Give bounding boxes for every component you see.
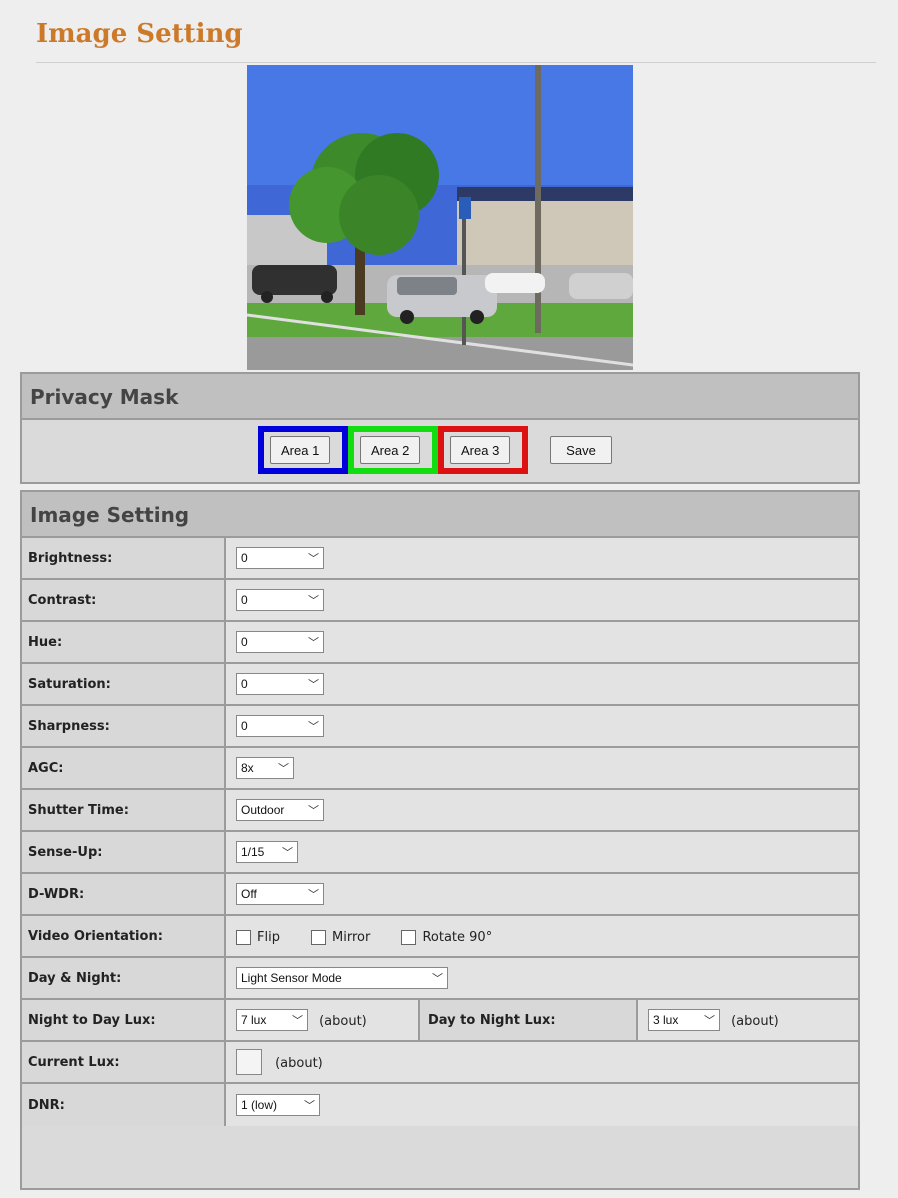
rotate-90-checkbox[interactable] xyxy=(401,929,417,945)
table-row: Current Lux: (about) xyxy=(22,1042,858,1084)
shutter-time-select[interactable]: Outdoor ﹀ xyxy=(236,799,324,821)
night-to-day-lux-suffix: (about) xyxy=(319,1013,367,1029)
sense-up-value: 1/15 xyxy=(241,845,265,859)
chevron-down-icon: ﹀ xyxy=(432,973,443,985)
dwdr-select[interactable]: Off ﹀ xyxy=(236,883,324,905)
contrast-label: Contrast: xyxy=(22,580,226,622)
image-setting-heading: Image Setting xyxy=(22,492,858,538)
page: Image Setting xyxy=(18,8,878,63)
hue-value: 0 xyxy=(241,635,248,649)
rotate-90-label: Rotate 90° xyxy=(422,929,493,945)
privacy-mask-toolbar: Area 1 Area 2 Area 3 Save xyxy=(22,420,858,482)
table-row: Hue: 0 ﹀ xyxy=(22,622,858,664)
day-night-value: Light Sensor Mode xyxy=(241,971,342,985)
saturation-label: Saturation: xyxy=(22,664,226,706)
table-row: Video Orientation: Flip Mirror Rotate 90… xyxy=(22,916,858,958)
chevron-down-icon: ﹀ xyxy=(308,721,319,733)
contrast-value: 0 xyxy=(241,593,248,607)
day-night-select[interactable]: Light Sensor Mode ﹀ xyxy=(236,967,448,989)
sense-up-label: Sense-Up: xyxy=(22,832,226,874)
camera-preview-image xyxy=(247,65,633,370)
chevron-down-icon: ﹀ xyxy=(308,679,319,691)
video-orientation-label: Video Orientation: xyxy=(22,916,226,958)
shutter-time-label: Shutter Time: xyxy=(22,790,226,832)
day-night-label: Day & Night: xyxy=(22,958,226,1000)
brightness-value: 0 xyxy=(241,551,248,565)
table-row: Sharpness: 0 ﹀ xyxy=(22,706,858,748)
night-to-day-lux-value: 7 lux xyxy=(241,1013,267,1027)
sharpness-label: Sharpness: xyxy=(22,706,226,748)
table-row: Shutter Time: Outdoor ﹀ xyxy=(22,790,858,832)
table-row: Brightness: 0 ﹀ xyxy=(22,538,858,580)
chevron-down-icon: ﹀ xyxy=(308,553,319,565)
chevron-down-icon: ﹀ xyxy=(308,637,319,649)
dwdr-value: Off xyxy=(241,887,257,901)
dnr-label: DNR: xyxy=(22,1084,226,1126)
night-to-day-lux-label: Night to Day Lux: xyxy=(22,1000,226,1042)
area-2-button[interactable]: Area 2 xyxy=(360,436,421,464)
night-to-day-lux-select[interactable]: 7 lux ﹀ xyxy=(236,1009,308,1031)
sense-up-select[interactable]: 1/15 ﹀ xyxy=(236,841,298,863)
agc-select[interactable]: 8x ﹀ xyxy=(236,757,294,779)
title-divider xyxy=(36,62,876,63)
agc-label: AGC: xyxy=(22,748,226,790)
mirror-checkbox[interactable] xyxy=(311,929,327,945)
table-row: DNR: 1 (low) ﹀ xyxy=(22,1084,858,1126)
dnr-value: 1 (low) xyxy=(241,1098,278,1112)
table-row: Saturation: 0 ﹀ xyxy=(22,664,858,706)
current-lux-label: Current Lux: xyxy=(22,1042,226,1084)
table-row: Night to Day Lux: 7 lux ﹀ (about) Day to… xyxy=(22,1000,858,1042)
chevron-down-icon: ﹀ xyxy=(278,763,289,775)
area-1-button[interactable]: Area 1 xyxy=(270,436,331,464)
chevron-down-icon: ﹀ xyxy=(292,1015,303,1027)
hue-label: Hue: xyxy=(22,622,226,664)
day-to-night-lux-value: 3 lux xyxy=(653,1013,679,1027)
table-row: AGC: 8x ﹀ xyxy=(22,748,858,790)
saturation-select[interactable]: 0 ﹀ xyxy=(236,673,324,695)
flip-label: Flip xyxy=(257,929,280,945)
camera-preview xyxy=(247,65,633,370)
area-2-frame: Area 2 xyxy=(348,426,438,474)
current-lux-value-box xyxy=(236,1049,262,1075)
dnr-select[interactable]: 1 (low) ﹀ xyxy=(236,1094,320,1116)
day-to-night-lux-select[interactable]: 3 lux ﹀ xyxy=(648,1009,720,1031)
brightness-select[interactable]: 0 ﹀ xyxy=(236,547,324,569)
table-row: D-WDR: Off ﹀ xyxy=(22,874,858,916)
sharpness-value: 0 xyxy=(241,719,248,733)
day-to-night-lux-suffix: (about) xyxy=(731,1013,779,1029)
table-row: Sense-Up: 1/15 ﹀ xyxy=(22,832,858,874)
shutter-time-value: Outdoor xyxy=(241,803,285,817)
current-lux-suffix: (about) xyxy=(275,1055,323,1071)
area-3-frame: Area 3 xyxy=(438,426,528,474)
chevron-down-icon: ﹀ xyxy=(308,805,319,817)
save-button[interactable]: Save xyxy=(550,436,612,464)
mirror-label: Mirror xyxy=(332,929,371,945)
chevron-down-icon: ﹀ xyxy=(304,1100,315,1112)
day-to-night-lux-label: Day to Night Lux: xyxy=(420,1000,638,1042)
image-setting-panel: Image Setting Brightness: 0 ﹀ Contrast: … xyxy=(20,490,860,1190)
table-row: Day & Night: Light Sensor Mode ﹀ xyxy=(22,958,858,1000)
chevron-down-icon: ﹀ xyxy=(308,889,319,901)
settings-table: Brightness: 0 ﹀ Contrast: 0 ﹀ Hue: 0 ﹀ S… xyxy=(22,538,858,1126)
hue-select[interactable]: 0 ﹀ xyxy=(236,631,324,653)
brightness-label: Brightness: xyxy=(22,538,226,580)
sharpness-select[interactable]: 0 ﹀ xyxy=(236,715,324,737)
area-3-button[interactable]: Area 3 xyxy=(450,436,511,464)
chevron-down-icon: ﹀ xyxy=(308,595,319,607)
privacy-mask-heading: Privacy Mask xyxy=(22,374,858,420)
flip-checkbox[interactable] xyxy=(236,929,251,945)
chevron-down-icon: ﹀ xyxy=(704,1015,715,1027)
saturation-value: 0 xyxy=(241,677,248,691)
contrast-select[interactable]: 0 ﹀ xyxy=(236,589,324,611)
dwdr-label: D-WDR: xyxy=(22,874,226,916)
area-1-frame: Area 1 xyxy=(258,426,348,474)
page-title: Image Setting xyxy=(36,19,243,49)
privacy-mask-panel: Privacy Mask Area 1 Area 2 Area 3 Save xyxy=(20,372,860,484)
chevron-down-icon: ﹀ xyxy=(282,847,293,859)
table-row: Contrast: 0 ﹀ xyxy=(22,580,858,622)
agc-value: 8x xyxy=(241,761,254,775)
